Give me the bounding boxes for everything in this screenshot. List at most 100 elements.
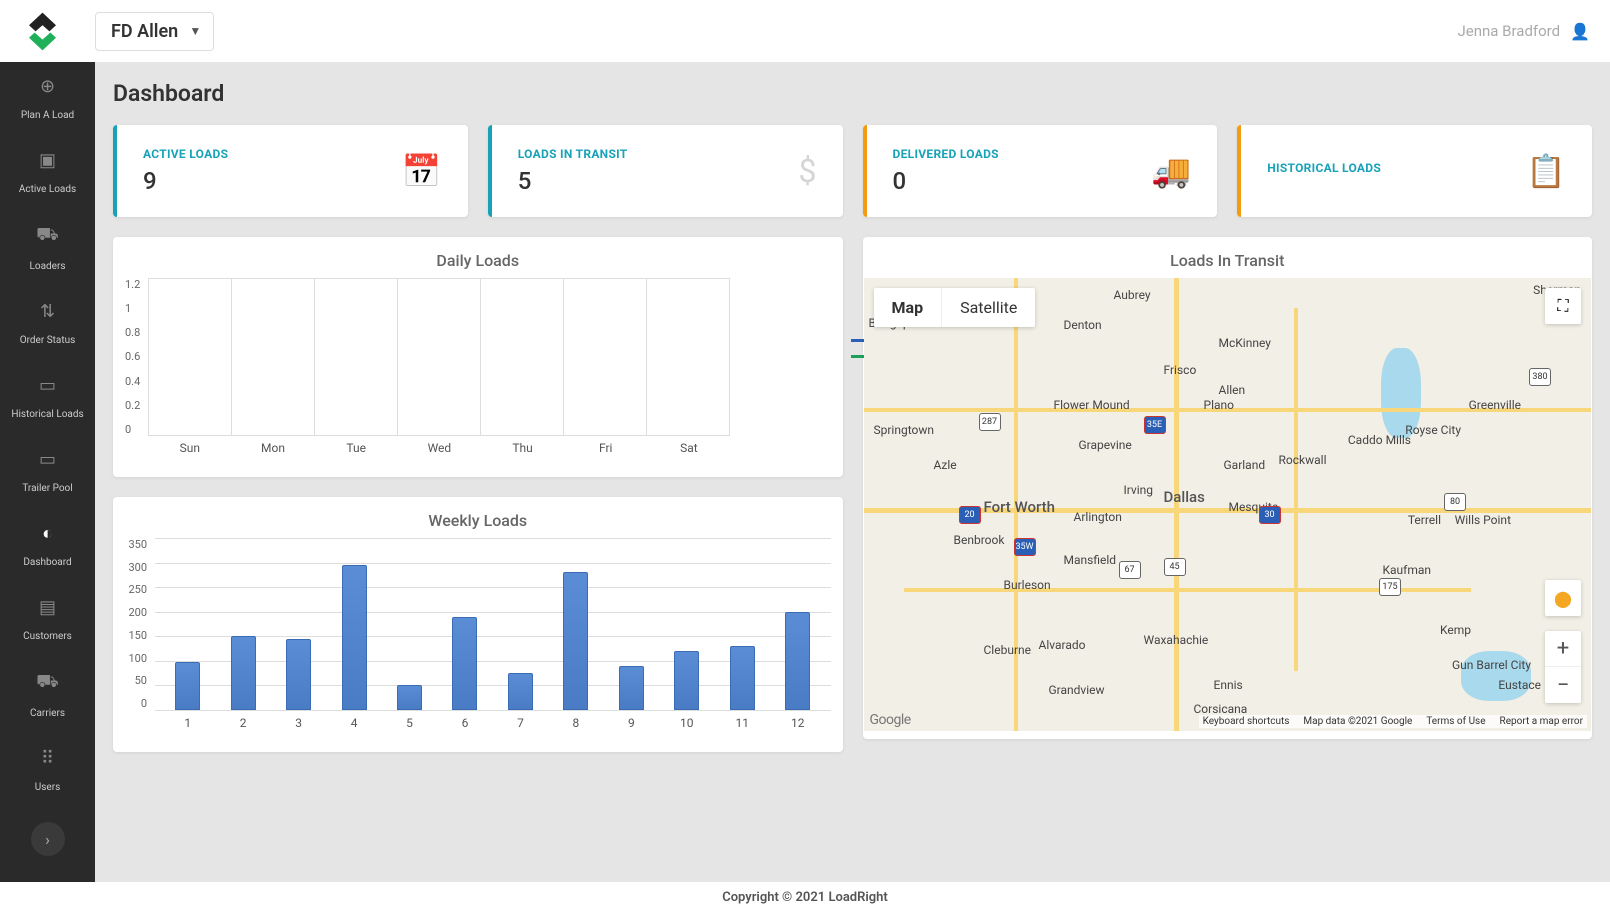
stat-active-loads[interactable]: ACTIVE LOADS 9 📅 (113, 125, 468, 217)
app-header: FD Allen ▼ Jenna Bradford 👤 (0, 0, 1610, 62)
company-selector[interactable]: FD Allen ▼ (95, 12, 214, 51)
map-shortcuts-link[interactable]: Keyboard shortcuts (1203, 716, 1290, 727)
sidebar-item-loaders[interactable]: ⛟Loaders (0, 210, 95, 287)
map-zoom-in[interactable]: + (1545, 631, 1581, 667)
building-icon: ▤ (5, 597, 90, 618)
user-name: Jenna Bradford (1457, 22, 1560, 40)
stats-row: ACTIVE LOADS 9 📅 LOADS IN TRANSIT 5 $ DE… (113, 125, 1592, 217)
stat-value: 9 (143, 167, 228, 195)
daily-y-axis: 1.210.80.60.40.20 (125, 278, 148, 436)
weekly-bar[interactable] (730, 646, 755, 710)
sidebar-label: Users (35, 782, 61, 793)
weekly-bar[interactable] (674, 651, 699, 710)
stat-label: DELIVERED LOADS (893, 147, 999, 161)
chart-title: Weekly Loads (113, 497, 843, 538)
chart-title: Daily Loads (113, 237, 843, 278)
stat-value: 5 (518, 167, 628, 195)
sidebar-item-order-status[interactable]: ⇅Order Status (0, 287, 95, 361)
sidebar-expand-button[interactable]: › (31, 822, 65, 856)
archive-icon: ▭ (5, 375, 90, 396)
truck-icon: 🚚 (1151, 152, 1191, 190)
footer: Copyright © 2021 LoadRight (0, 882, 1610, 912)
sidebar-label: Customers (23, 631, 72, 642)
users-icon: ⠿ (5, 748, 90, 769)
weekly-y-axis: 350300250200150100500 (125, 538, 155, 710)
map-type-satellite[interactable]: Satellite (942, 288, 1035, 327)
weekly-bar[interactable] (785, 612, 810, 710)
sidebar-item-customers[interactable]: ▤ Customers (0, 583, 95, 657)
stat-label: LOADS IN TRANSIT (518, 147, 628, 161)
map-canvas[interactable]: Dallas Fort Worth Denton Arlington Plano… (864, 278, 1592, 731)
daily-loads-panel: Daily Loads 1.210.80.60.40.20 SunMonTueW… (113, 237, 843, 477)
map-zoom-controls: + − (1545, 631, 1581, 703)
weekly-bar[interactable] (508, 673, 533, 710)
plus-circle-icon: ⊕ (5, 76, 90, 97)
map-fullscreen-button[interactable]: ⛶ (1545, 288, 1581, 324)
fullscreen-icon: ⛶ (1557, 296, 1568, 316)
sidebar-item-historical[interactable]: ▭ Historical Loads (0, 361, 95, 435)
weekly-bar[interactable] (286, 639, 311, 710)
stat-label: ACTIVE LOADS (143, 147, 228, 161)
stat-historical-loads[interactable]: HISTORICAL LOADS 📋 (1237, 125, 1592, 217)
chevron-down-icon: ▼ (189, 24, 201, 38)
pegman-icon: ⬤ (1554, 589, 1572, 608)
sidebar-label: Loaders (29, 261, 65, 272)
sidebar-label: Plan A Load (21, 110, 74, 121)
map-type-controls: Map Satellite (874, 288, 1036, 327)
sidebar-label: Order Status (20, 335, 76, 346)
sidebar-item-users[interactable]: ⠿ Users (0, 734, 95, 808)
weekly-bar[interactable] (231, 636, 256, 710)
user-icon: 👤 (1570, 22, 1590, 41)
dashboard-icon: ◐ (5, 523, 90, 544)
sidebar-label: Carriers (30, 708, 65, 719)
stat-value: 0 (893, 167, 999, 195)
weekly-bar[interactable] (563, 572, 588, 710)
sidebar: ⊕Plan A Load ▣Active Loads ⛟Loaders ⇅Ord… (0, 62, 95, 912)
map-type-map[interactable]: Map (874, 288, 943, 327)
map-data-text: Map data ©2021 Google (1303, 716, 1412, 727)
sidebar-label: Historical Loads (11, 409, 83, 420)
sidebar-item-trailer-pool[interactable]: ▭ Trailer Pool (0, 435, 95, 509)
app-logo[interactable] (20, 9, 65, 54)
content-row: Daily Loads 1.210.80.60.40.20 SunMonTueW… (113, 237, 1592, 752)
header-left: FD Allen ▼ (20, 9, 214, 54)
sidebar-item-active-loads[interactable]: ▣Active Loads (0, 136, 95, 210)
daily-x-axis: SunMonTueWedThuFriSat (148, 441, 730, 455)
stat-loads-in-transit[interactable]: LOADS IN TRANSIT 5 $ (488, 125, 843, 217)
footer-text: Copyright © 2021 LoadRight (722, 890, 888, 905)
google-logo: Google (870, 712, 911, 728)
map-terms-link[interactable]: Terms of Use (1426, 716, 1485, 727)
weekly-bar[interactable] (619, 666, 644, 710)
sidebar-label: Dashboard (23, 557, 71, 568)
dollar-icon: $ (799, 152, 817, 190)
map-panel: Loads In Transit Dallas Fort Worth (863, 237, 1593, 739)
sidebar-item-carriers[interactable]: ⛟ Carriers (0, 657, 95, 734)
charts-column: Daily Loads 1.210.80.60.40.20 SunMonTueW… (113, 237, 843, 752)
sidebar-label: Trailer Pool (22, 483, 72, 494)
calendar-icon: 📅 (402, 152, 442, 190)
sidebar-item-dashboard[interactable]: ◐ Dashboard (0, 509, 95, 583)
weekly-loads-panel: Weekly Loads 350300250200150100500 12345… (113, 497, 843, 752)
map-zoom-out[interactable]: − (1545, 667, 1581, 703)
map-attribution: Keyboard shortcuts Map data ©2021 Google… (1199, 715, 1587, 728)
list-icon: ▣ (5, 150, 90, 171)
map-title: Loads In Transit (863, 237, 1593, 278)
daily-grid (148, 278, 730, 436)
trailer-icon: ▭ (5, 449, 90, 470)
weekly-x-axis: 123456789101112 (155, 716, 831, 730)
map-pegman[interactable]: ⬤ (1545, 580, 1581, 616)
stat-label: HISTORICAL LOADS (1267, 161, 1381, 175)
user-menu[interactable]: Jenna Bradford 👤 (1457, 22, 1590, 41)
company-name: FD Allen (111, 21, 178, 42)
stat-delivered-loads[interactable]: DELIVERED LOADS 0 🚚 (863, 125, 1218, 217)
weekly-bar[interactable] (397, 685, 422, 710)
map-report-link[interactable]: Report a map error (1500, 716, 1583, 727)
chevron-right-icon: › (45, 830, 50, 849)
clipboard-icon: 📋 (1526, 152, 1566, 190)
weekly-bars (155, 538, 831, 710)
weekly-bar[interactable] (452, 617, 477, 710)
weekly-bar[interactable] (175, 662, 200, 710)
sidebar-item-plan-load[interactable]: ⊕ Plan A Load (0, 62, 95, 136)
truck-icon: ⛟ (5, 671, 90, 695)
weekly-bar[interactable] (342, 565, 367, 710)
